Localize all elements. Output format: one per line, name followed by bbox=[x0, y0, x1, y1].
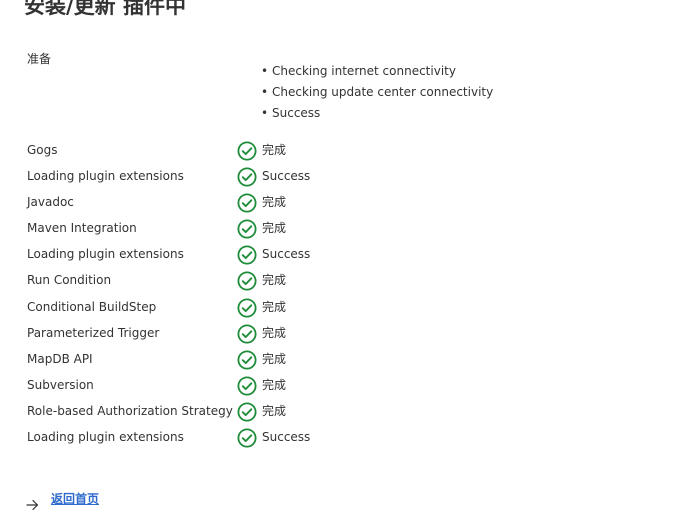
preparation-label: 准备 bbox=[27, 52, 52, 66]
plugin-row: Role-based Authorization Strategy 完成 bbox=[27, 399, 427, 425]
plugin-name: Javadoc bbox=[27, 195, 74, 210]
check-circle-icon bbox=[237, 298, 257, 318]
check-circle-icon bbox=[237, 376, 257, 396]
preparation-item: • Checking update center connectivity bbox=[261, 83, 493, 104]
preparation-item: • Success bbox=[261, 104, 493, 125]
status-text: Success bbox=[262, 430, 311, 445]
status-text: Success bbox=[262, 247, 311, 262]
status-text: 完成 bbox=[262, 221, 287, 236]
status-text: 完成 bbox=[262, 273, 287, 288]
status-text: Success bbox=[262, 169, 311, 184]
plugin-name: Loading plugin extensions bbox=[27, 169, 184, 184]
plugin-name: Role-based Authorization Strategy bbox=[27, 403, 233, 418]
plugin-name: Maven Integration bbox=[27, 221, 137, 236]
bullet-icon: • bbox=[261, 64, 269, 78]
preparation-item-text: Checking update center connectivity bbox=[272, 85, 494, 99]
check-circle-icon bbox=[237, 324, 257, 344]
status-text: 完成 bbox=[262, 377, 287, 392]
plugin-name: MapDB API bbox=[27, 351, 93, 366]
plugin-name: Loading plugin extensions bbox=[27, 247, 184, 262]
preparation-item-text: Checking internet connectivity bbox=[272, 64, 456, 78]
check-circle-icon bbox=[237, 193, 257, 213]
status-text: 完成 bbox=[262, 403, 287, 418]
bullet-icon: • bbox=[261, 85, 269, 99]
check-circle-icon bbox=[237, 219, 257, 239]
check-circle-icon bbox=[237, 350, 257, 370]
plugin-name: Gogs bbox=[27, 143, 58, 157]
plugin-row: Loading plugin extensions Success bbox=[27, 425, 427, 451]
check-circle-icon bbox=[237, 245, 257, 265]
plugin-row: Run Condition 完成 bbox=[27, 268, 427, 294]
check-circle-icon bbox=[237, 428, 257, 448]
plugin-row: Javadoc 完成 bbox=[27, 190, 427, 216]
status-text: 完成 bbox=[262, 299, 287, 314]
plugin-status-table: Gogs 完成 Loading plugin extensions Succes… bbox=[27, 138, 427, 451]
preparation-item: • Checking internet connectivity bbox=[261, 62, 493, 83]
plugin-row: Maven Integration 完成 bbox=[27, 216, 427, 242]
plugin-name: Conditional BuildStep bbox=[27, 299, 157, 314]
check-circle-icon bbox=[237, 271, 257, 291]
status-text: 完成 bbox=[262, 195, 287, 210]
plugin-row: Gogs 完成 bbox=[27, 138, 427, 164]
plugin-name: Parameterized Trigger bbox=[27, 325, 160, 340]
plugin-row: Conditional BuildStep 完成 bbox=[27, 295, 427, 321]
arrow-right-icon bbox=[26, 500, 39, 510]
plugin-name: Run Condition bbox=[27, 273, 112, 288]
plugin-name: Loading plugin extensions bbox=[27, 430, 184, 445]
plugin-row: MapDB API 完成 bbox=[27, 347, 427, 373]
back-to-home-link[interactable]: 返回首页 bbox=[51, 491, 99, 507]
check-circle-icon bbox=[237, 141, 257, 161]
preparation-list: • Checking internet connectivity • Checkin… bbox=[261, 62, 493, 125]
page-title: 安装/更新 插件中 bbox=[24, 0, 186, 18]
plugin-row: Loading plugin extensions Success bbox=[27, 164, 427, 190]
status-text: 完成 bbox=[262, 325, 287, 340]
status-text: 完成 bbox=[262, 351, 287, 366]
preparation-item-text: Success bbox=[272, 106, 321, 120]
plugin-name: Subversion bbox=[27, 377, 94, 392]
status-text: 完成 bbox=[262, 143, 287, 157]
check-circle-icon bbox=[237, 167, 257, 187]
bullet-icon: • bbox=[261, 106, 269, 120]
check-circle-icon bbox=[237, 402, 257, 422]
plugin-row: Parameterized Trigger 完成 bbox=[27, 321, 427, 347]
plugin-row: Loading plugin extensions Success bbox=[27, 242, 427, 268]
plugin-row: Subversion 完成 bbox=[27, 373, 427, 399]
